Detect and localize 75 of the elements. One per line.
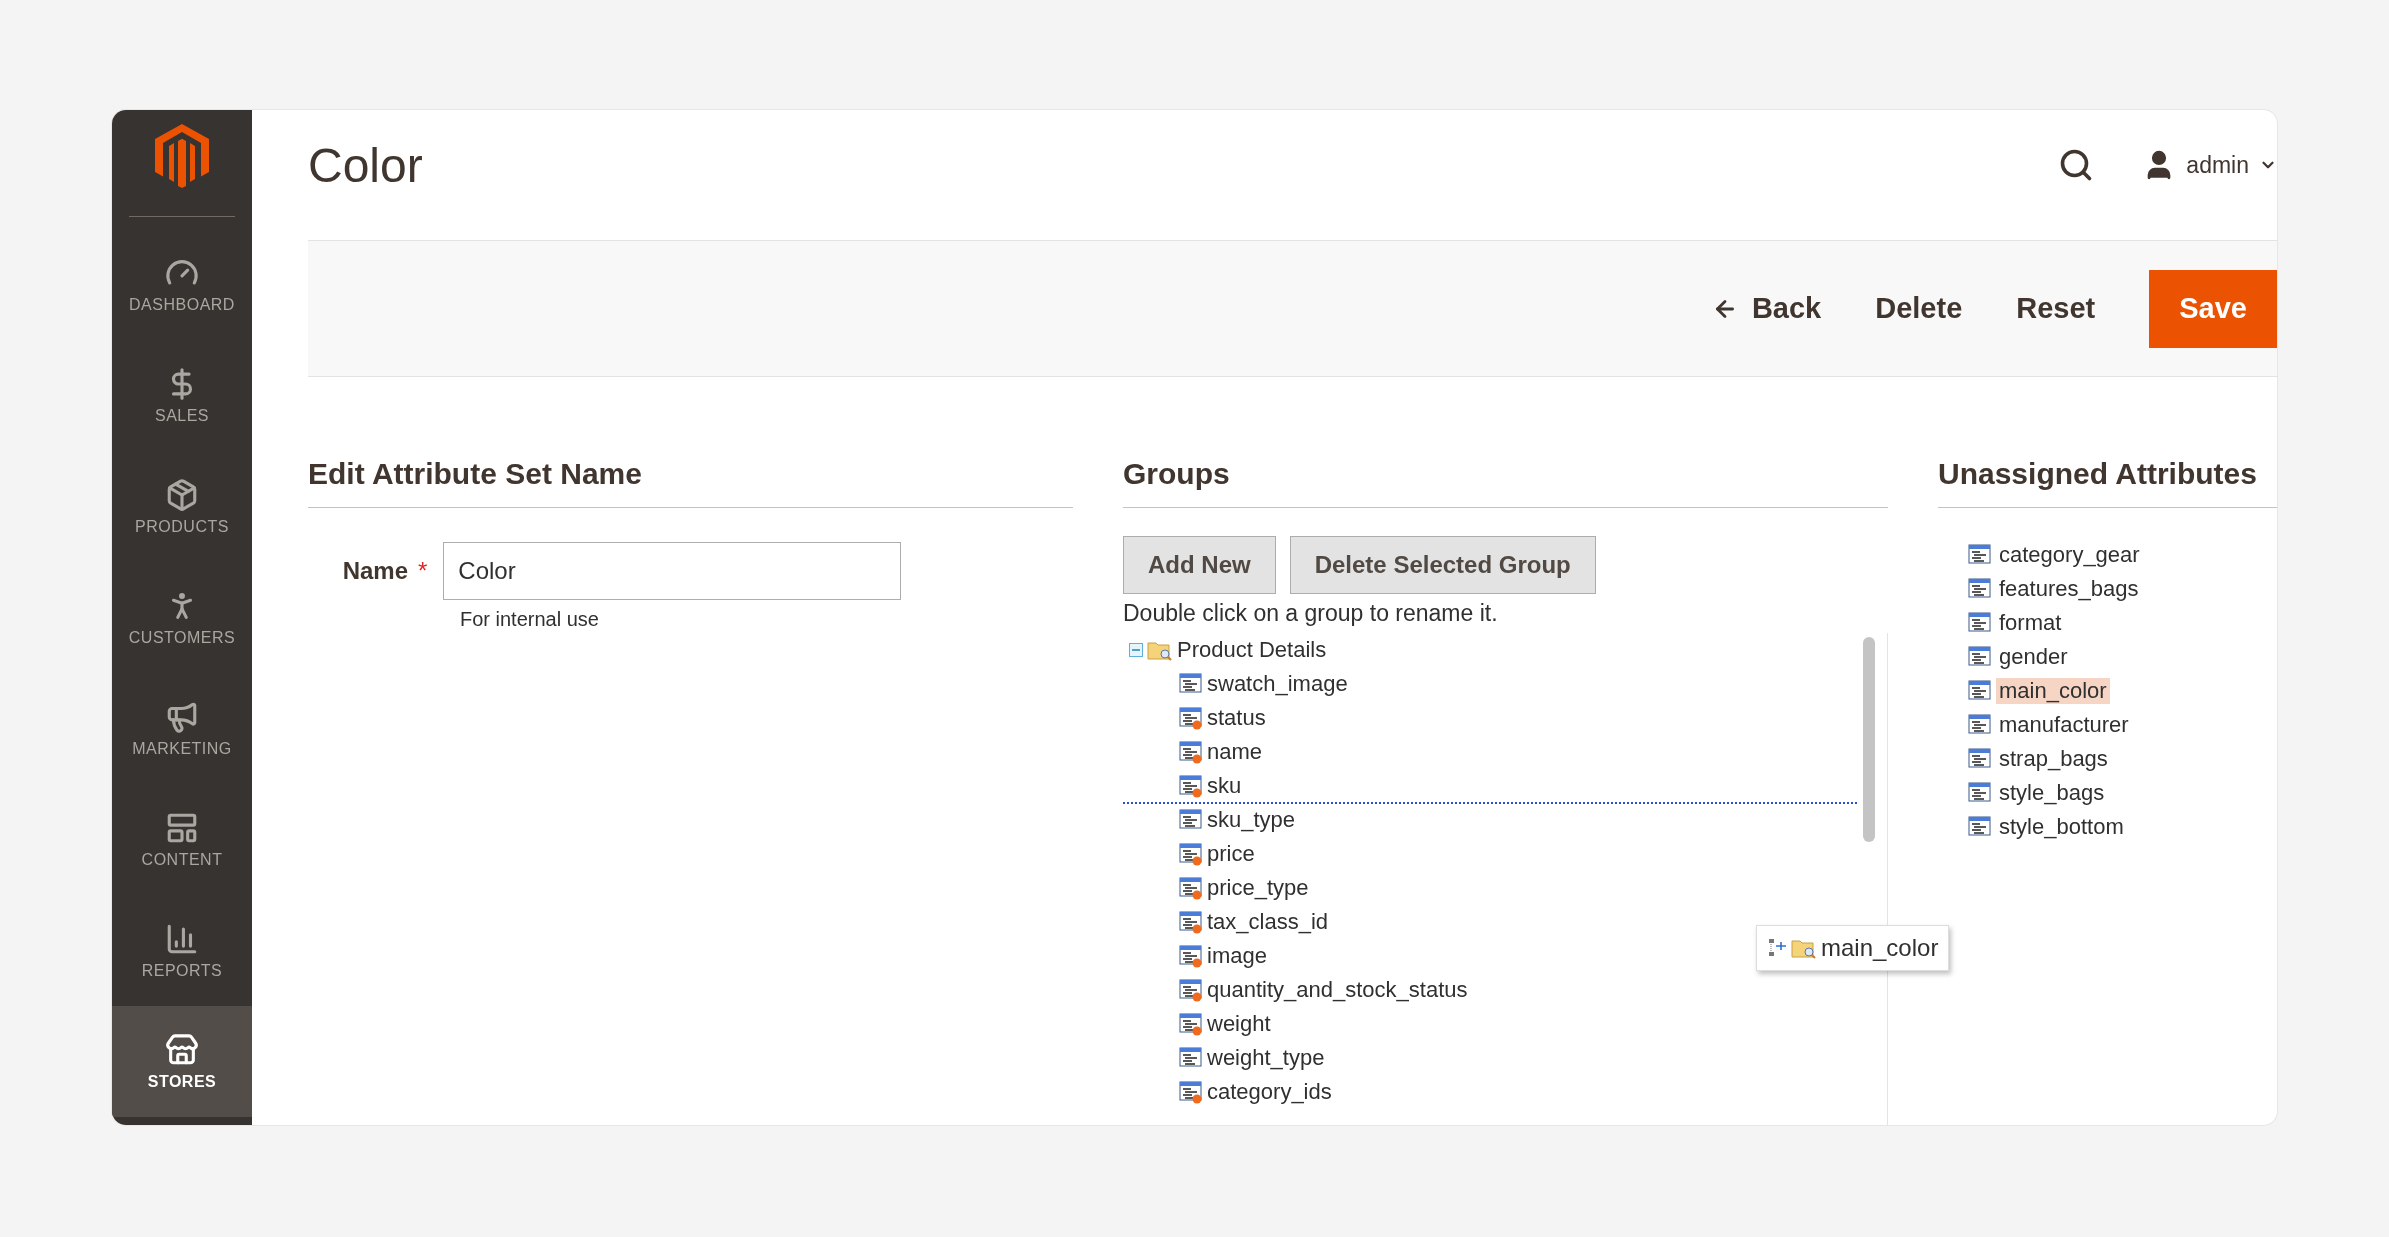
- locked-attribute-icon: [1179, 944, 1203, 968]
- scrollbar[interactable]: [1863, 637, 1875, 842]
- attribute-node[interactable]: sku: [1207, 773, 1242, 799]
- locked-attribute-icon: [1179, 910, 1203, 934]
- sidebar-item[interactable]: PRODUCTS: [112, 451, 252, 562]
- back-button[interactable]: Back: [1711, 269, 1822, 348]
- group-node[interactable]: Product Details: [1177, 637, 1327, 663]
- attribute-icon: [1968, 543, 1992, 567]
- attribute-icon: [1968, 679, 1992, 703]
- attribute-icon: [1968, 815, 1992, 839]
- locked-attribute-icon: [1179, 876, 1203, 900]
- action-button[interactable]: Delete: [1875, 269, 1963, 348]
- attribute-node[interactable]: weight: [1207, 1011, 1271, 1037]
- sidebar-item[interactable]: SALES: [112, 340, 252, 451]
- attribute-icon: [1968, 781, 1992, 805]
- sidebar-item[interactable]: CONTENT: [112, 784, 252, 895]
- sidebar-item[interactable]: DASHBOARD: [112, 229, 252, 340]
- attribute-icon: [1179, 672, 1203, 696]
- attribute-item[interactable]: format: [1996, 610, 2065, 636]
- attribute-icon: [1968, 747, 1992, 771]
- attribute-item[interactable]: category_gear: [1996, 542, 2143, 568]
- attribute-item[interactable]: main_color: [1996, 678, 2110, 704]
- attribute-node[interactable]: name: [1207, 739, 1263, 765]
- attribute-item[interactable]: manufacturer: [1996, 712, 2132, 738]
- locked-attribute-icon: [1179, 978, 1203, 1002]
- insert-icon: [1767, 937, 1787, 959]
- save-button[interactable]: Save: [2149, 269, 2277, 348]
- sidebar-item[interactable]: REPORTS: [112, 895, 252, 1006]
- attribute-node[interactable]: image: [1207, 943, 1267, 969]
- section-heading: Groups: [1123, 457, 1888, 508]
- attribute-icon: [1968, 645, 1992, 669]
- attribute-node[interactable]: price_type: [1207, 875, 1309, 901]
- locked-attribute-icon: [1179, 1080, 1203, 1104]
- section-heading: Edit Attribute Set Name: [308, 457, 1073, 508]
- attribute-icon: [1179, 808, 1203, 832]
- hint-text: Double click on a group to rename it.: [1123, 600, 1499, 627]
- sidebar-item[interactable]: MARKETING: [112, 673, 252, 784]
- attribute-node[interactable]: category_ids: [1207, 1079, 1332, 1105]
- attribute-node[interactable]: price: [1207, 841, 1255, 867]
- attribute-node[interactable]: status: [1207, 705, 1266, 731]
- attribute-icon: [1968, 611, 1992, 635]
- locked-attribute-icon: [1179, 842, 1203, 866]
- attribute-node[interactable]: swatch_image: [1207, 671, 1348, 697]
- locked-attribute-icon: [1179, 740, 1203, 764]
- attribute-icon: [1179, 1046, 1203, 1070]
- attribute-item[interactable]: style_bottom: [1996, 814, 2127, 840]
- sidebar-item[interactable]: CUSTOMERS: [112, 562, 252, 673]
- user-menu[interactable]: admin: [2142, 148, 2277, 182]
- locked-attribute-icon: [1179, 1012, 1203, 1036]
- page-title: Color: [308, 137, 424, 193]
- field-label: Name: [341, 557, 408, 585]
- attribute-item[interactable]: gender: [1996, 644, 2071, 670]
- attribute-item[interactable]: strap_bags: [1996, 746, 2111, 772]
- required-mark: *: [418, 557, 428, 585]
- attribute-icon: [1968, 713, 1992, 737]
- delete-group-button[interactable]: Delete Selected Group: [1289, 536, 1596, 594]
- attribute-node[interactable]: tax_class_id: [1207, 909, 1329, 935]
- section-heading: Unassigned Attributes: [1938, 457, 2277, 508]
- field-note: For internal use: [460, 608, 600, 631]
- collapse-icon[interactable]: [1129, 643, 1143, 657]
- attribute-item[interactable]: features_bags: [1996, 576, 2142, 602]
- attribute-node[interactable]: sku_type: [1207, 807, 1296, 833]
- action-button[interactable]: Reset: [2016, 269, 2096, 348]
- attribute-node[interactable]: weight_type: [1207, 1045, 1325, 1071]
- drag-item: main_color: [1756, 925, 1950, 971]
- store-icon: [165, 1032, 199, 1067]
- attribute-item[interactable]: style_bags: [1996, 780, 2108, 806]
- add-new-button[interactable]: Add New: [1123, 536, 1276, 594]
- locked-attribute-icon: [1179, 774, 1203, 798]
- locked-attribute-icon: [1179, 706, 1203, 730]
- attribute-node[interactable]: quantity_and_stock_status: [1207, 977, 1468, 1003]
- name-input[interactable]: Color: [443, 542, 902, 600]
- box-icon: [165, 477, 199, 512]
- sidebar-item[interactable]: STORES: [112, 1006, 252, 1117]
- attribute-icon: [1968, 577, 1992, 601]
